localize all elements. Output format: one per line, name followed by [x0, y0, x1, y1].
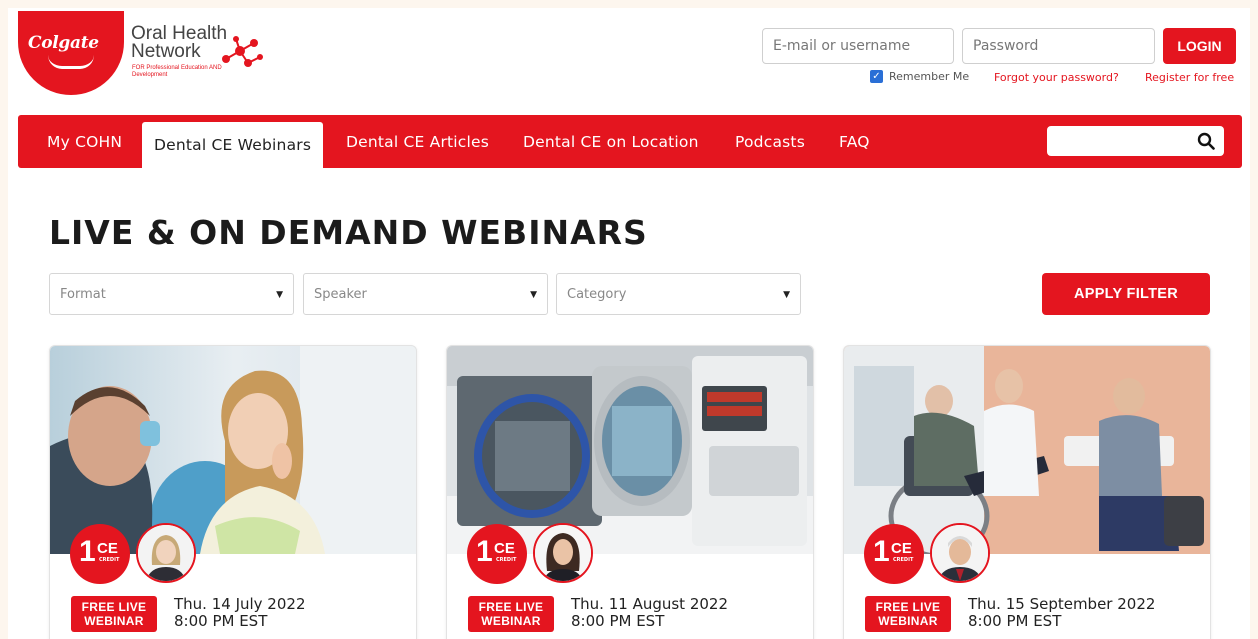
ce-credit-badge: 1 CE CREDIT: [864, 524, 924, 584]
speaker-photo: [932, 525, 988, 581]
page: Colgate Oral Health Network FOR Professi…: [8, 8, 1250, 639]
webinar-image[interactable]: [844, 346, 1211, 554]
ce-label: CE: [891, 540, 912, 557]
ce-label: CE: [494, 540, 515, 557]
nav-item-podcasts[interactable]: Podcasts: [735, 115, 805, 168]
speaker-avatar[interactable]: [136, 523, 196, 583]
checkbox-checked-icon[interactable]: ✓: [870, 70, 883, 83]
login-button[interactable]: LOGIN: [1163, 28, 1236, 64]
page-title: LIVE & ON DEMAND WEBINARS: [49, 213, 648, 252]
smile-icon: [48, 55, 94, 69]
site-logo[interactable]: Colgate Oral Health Network FOR Professi…: [18, 11, 268, 101]
webinar-datetime: Thu. 11 August 2022 8:00 PM EST: [571, 596, 728, 630]
webinar-card[interactable]: 1 CE CREDIT FREE LIVE WEBINAR Thu. 15 Se…: [843, 345, 1211, 639]
search-icon[interactable]: [1197, 132, 1215, 150]
badge-line: FREE LIVE: [478, 600, 544, 614]
remember-label: Remember Me: [889, 70, 970, 83]
ce-label: CE: [97, 540, 118, 557]
speaker-photo: [535, 525, 591, 581]
speaker-select[interactable]: Speaker ▼: [303, 273, 548, 315]
free-live-webinar-badge: FREE LIVE WEBINAR: [865, 596, 951, 632]
chevron-down-icon: ▼: [530, 290, 537, 300]
username-input[interactable]: E-mail or username: [762, 28, 954, 64]
search-input[interactable]: [1047, 126, 1224, 156]
ce-credit-badge: 1 CE CREDIT: [70, 524, 130, 584]
nav-item-faq[interactable]: FAQ: [839, 115, 870, 168]
ce-credit-label: CREDIT: [893, 557, 914, 563]
password-input[interactable]: Password: [962, 28, 1155, 64]
format-select[interactable]: Format ▼: [49, 273, 294, 315]
network-name: Oral Health Network: [131, 23, 228, 62]
ce-credit-badge: 1 CE CREDIT: [467, 524, 527, 584]
ce-number: 1: [79, 535, 96, 568]
register-link[interactable]: Register for free: [1145, 71, 1234, 84]
login-panel: E-mail or username Password LOGIN ✓ Reme…: [762, 28, 1242, 92]
webinar-datetime: Thu. 14 July 2022 8:00 PM EST: [174, 596, 305, 630]
speaker-avatar[interactable]: [533, 523, 593, 583]
remember-me[interactable]: ✓ Remember Me: [870, 70, 969, 83]
badge-line: FREE LIVE: [81, 600, 147, 614]
badge-line: WEBINAR: [481, 614, 541, 628]
webinar-card[interactable]: 1 CE CREDIT FREE LIVE WEBINAR Thu. 14 Ju…: [49, 345, 417, 639]
nav-item-my-cohn[interactable]: My COHN: [47, 115, 122, 168]
webinar-date: Thu. 15 September 2022: [968, 595, 1156, 613]
webinar-date: Thu. 14 July 2022: [174, 595, 306, 613]
nav-item-dental-ce-on-location[interactable]: Dental CE on Location: [523, 115, 699, 168]
webinar-datetime: Thu. 15 September 2022 8:00 PM EST: [968, 596, 1155, 630]
webinar-card[interactable]: 1 CE CREDIT FREE LIVE WEBINAR Thu. 11 Au…: [446, 345, 814, 639]
nav-item-dental-ce-articles[interactable]: Dental CE Articles: [346, 115, 489, 168]
badge-line: FREE LIVE: [875, 600, 941, 614]
colgate-logo: Colgate: [18, 11, 124, 95]
forgot-password-link[interactable]: Forgot your password?: [994, 71, 1119, 84]
webinar-image[interactable]: [50, 346, 417, 554]
webinar-time: 8:00 PM EST: [174, 612, 268, 630]
main-nav: My COHN Dental CE Webinars Dental CE Art…: [18, 115, 1242, 168]
ce-number: 1: [476, 535, 493, 568]
colgate-wordmark: Colgate: [28, 33, 99, 53]
speaker-avatar[interactable]: [930, 523, 990, 583]
badge-line: WEBINAR: [878, 614, 938, 628]
apply-filter-button[interactable]: APPLY FILTER: [1042, 273, 1210, 315]
category-select-label: Category: [567, 286, 627, 302]
chevron-down-icon: ▼: [783, 290, 790, 300]
free-live-webinar-badge: FREE LIVE WEBINAR: [71, 596, 157, 632]
speaker-select-label: Speaker: [314, 286, 367, 302]
nav-item-dental-ce-webinars[interactable]: Dental CE Webinars: [142, 122, 324, 168]
network-tagline: FOR Professional Education AND Developme…: [132, 65, 222, 78]
category-select[interactable]: Category ▼: [556, 273, 801, 315]
chevron-down-icon: ▼: [276, 290, 283, 300]
ce-number: 1: [873, 535, 890, 568]
ce-credit-label: CREDIT: [496, 557, 517, 563]
webinar-date: Thu. 11 August 2022: [571, 595, 729, 613]
webinar-time: 8:00 PM EST: [571, 612, 665, 630]
webinar-image[interactable]: [447, 346, 814, 554]
molecule-icon: [222, 36, 263, 67]
format-select-label: Format: [60, 286, 106, 302]
speaker-photo: [138, 525, 194, 581]
ce-credit-label: CREDIT: [99, 557, 120, 563]
badge-line: WEBINAR: [84, 614, 144, 628]
free-live-webinar-badge: FREE LIVE WEBINAR: [468, 596, 554, 632]
webinar-time: 8:00 PM EST: [968, 612, 1062, 630]
